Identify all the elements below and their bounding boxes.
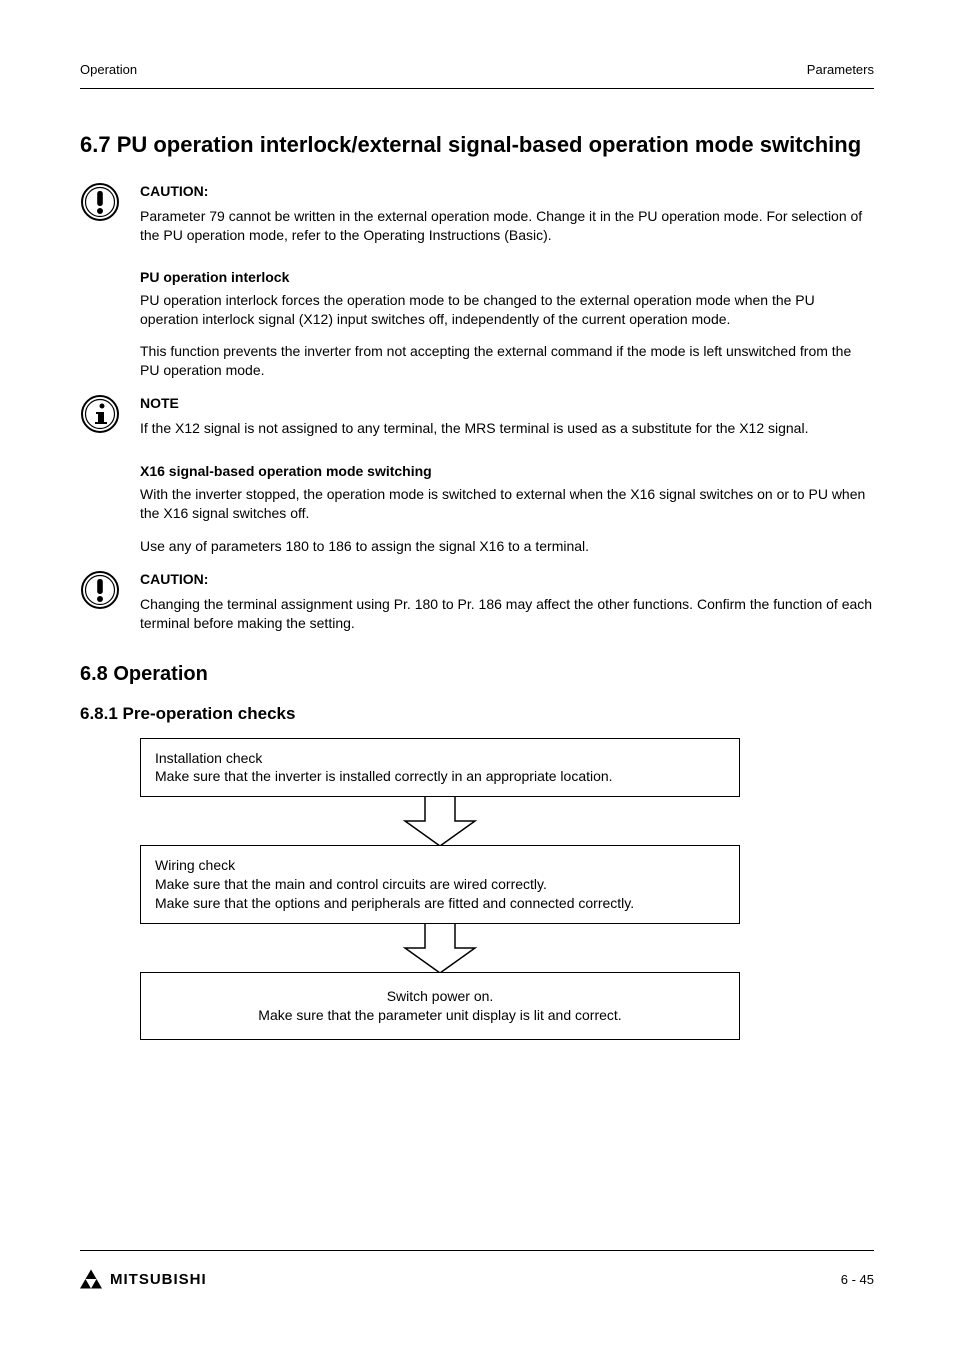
header-right: Parameters (807, 62, 874, 77)
content: 6.7 PU operation interlock/external sign… (80, 132, 874, 1040)
page: Operation Parameters 6.7 PU operation in… (0, 0, 954, 1351)
ext-switch-p1: With the inverter stopped, the operation… (140, 485, 874, 523)
flow-step-1: Installation check Make sure that the in… (140, 738, 740, 798)
section-title: 6.7 PU operation interlock/external sign… (80, 132, 874, 158)
ext-switch-heading: X16 signal-based operation mode switchin… (140, 463, 874, 479)
brand-name: MITSUBISHI (110, 1271, 207, 1288)
note-label: NOTE (140, 394, 874, 413)
caution-text-2: CAUTION: Changing the terminal assignmen… (140, 570, 874, 633)
brand: MITSUBISHI (80, 1269, 207, 1289)
page-footer: MITSUBISHI 6 - 45 (80, 1269, 874, 1289)
note-icon (80, 394, 122, 439)
ext-switch-block: X16 signal-based operation mode switchin… (140, 463, 874, 556)
pu-interlock-block: PU operation interlock PU operation inte… (140, 269, 874, 381)
note-block: NOTE If the X12 signal is not assigned t… (80, 394, 874, 439)
caution-block-1: CAUTION: Parameter 79 cannot be written … (80, 182, 874, 245)
flow-arrow-1 (140, 796, 740, 846)
page-number: 6 - 45 (841, 1272, 874, 1287)
section2-sub: 6.8.1 Pre-operation checks (80, 704, 874, 724)
flow-step-3-text: Switch power on. Make sure that the para… (258, 988, 621, 1023)
flow-step-1-text: Installation check Make sure that the in… (155, 750, 613, 785)
header-rule (80, 88, 874, 89)
flowchart: Installation check Make sure that the in… (140, 738, 740, 1040)
footer-rule (80, 1250, 874, 1251)
header-left: Operation (80, 62, 137, 77)
brand-logo-icon (80, 1269, 102, 1289)
ext-switch-p2: Use any of parameters 180 to 186 to assi… (140, 537, 874, 556)
note-body: If the X12 signal is not assigned to any… (140, 419, 874, 438)
flow-step-3: Switch power on. Make sure that the para… (140, 972, 740, 1040)
pu-interlock-p2: This function prevents the inverter from… (140, 342, 874, 380)
flow-step-2-text: Wiring check Make sure that the main and… (155, 857, 634, 911)
pu-interlock-p1: PU operation interlock forces the operat… (140, 291, 874, 329)
caution-icon-2 (80, 570, 122, 615)
caution-block-2: CAUTION: Changing the terminal assignmen… (80, 570, 874, 633)
section2-title: 6.8 Operation (80, 663, 874, 686)
caution2-body: Changing the terminal assignment using P… (140, 595, 874, 633)
caution-label: CAUTION: (140, 182, 874, 201)
caution-icon (80, 182, 122, 227)
flow-arrow-2 (140, 923, 740, 973)
caution2-label: CAUTION: (140, 570, 874, 589)
caution-text-1: CAUTION: Parameter 79 cannot be written … (140, 182, 874, 245)
flow-step-2: Wiring check Make sure that the main and… (140, 845, 740, 924)
note-text: NOTE If the X12 signal is not assigned t… (140, 394, 874, 438)
page-header: Operation Parameters (80, 62, 874, 77)
pu-interlock-heading: PU operation interlock (140, 269, 874, 285)
caution-body: Parameter 79 cannot be written in the ex… (140, 207, 874, 245)
